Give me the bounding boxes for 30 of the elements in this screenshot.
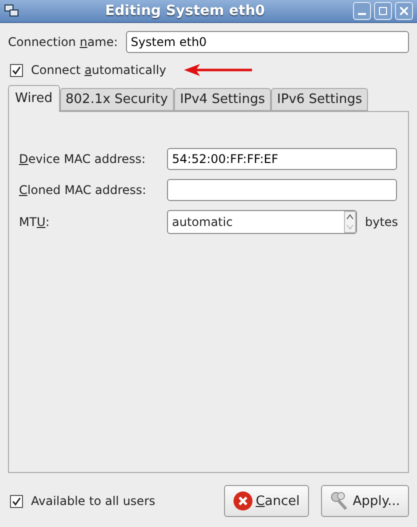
- tab[interactable]: 802.1x Security: [60, 88, 174, 111]
- mac-address-field[interactable]: [167, 179, 397, 201]
- keys-icon: [330, 491, 350, 511]
- tab[interactable]: Wired: [8, 85, 60, 112]
- apply-button[interactable]: Apply...: [320, 485, 409, 517]
- tab[interactable]: IPv4 Settings: [174, 88, 272, 111]
- field-label: Connection name:: [8, 35, 118, 49]
- spinner-arrows-icon[interactable]: [344, 211, 356, 233]
- checkbox[interactable]: [10, 494, 23, 508]
- connection-name-field[interactable]: System eth0: [126, 31, 409, 53]
- cancel-icon: [232, 491, 253, 511]
- close-icon: [400, 7, 408, 15]
- spin-field[interactable]: automatic: [167, 210, 357, 234]
- tab[interactable]: IPv6 Settings: [271, 88, 368, 111]
- unit-label: bytes: [365, 215, 398, 229]
- field-label: MTU:: [19, 215, 51, 229]
- minimize-button[interactable]: [353, 2, 371, 20]
- field-label: Device MAC address:: [19, 152, 147, 166]
- close-button[interactable]: [395, 2, 413, 20]
- checkbox-label: Available to all users: [31, 494, 156, 508]
- cancel-button[interactable]: Cancel: [224, 485, 309, 517]
- window-title: Editing System eth0: [104, 3, 266, 19]
- checkbox-label: Connect automatically: [31, 63, 166, 77]
- maximize-icon: [379, 7, 387, 15]
- checkbox[interactable]: [10, 64, 23, 76]
- network-icon: [4, 4, 20, 18]
- maximize-button[interactable]: [374, 2, 392, 20]
- field-label: Cloned MAC address:: [19, 183, 148, 197]
- arrow-icon: [184, 64, 254, 76]
- mac-address-field[interactable]: 54:52:00:FF:FF:EF: [167, 148, 397, 170]
